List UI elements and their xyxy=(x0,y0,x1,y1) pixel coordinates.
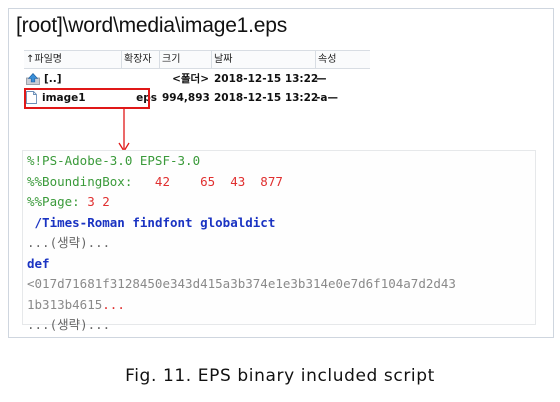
header-size[interactable]: 크기 xyxy=(160,51,212,68)
code-line-1: %!PS-Adobe-3.0 EPSF-3.0 xyxy=(27,151,535,172)
code-hex: 1b313b4615 xyxy=(27,296,103,312)
code-key: %%Page: xyxy=(27,194,80,209)
row-name: [..] xyxy=(44,72,62,85)
header-name[interactable]: ↑파일명 xyxy=(24,51,122,68)
down-arrow-icon xyxy=(118,109,130,153)
list-header: ↑파일명 확장자 크기 날짜 속성 xyxy=(24,50,370,69)
code-line-9: ...(생략)... xyxy=(27,315,535,336)
up-folder-icon xyxy=(26,72,40,85)
header-attr[interactable]: 속성 xyxy=(316,51,370,68)
row-size: 994,893 xyxy=(162,91,210,104)
code-keyword: def xyxy=(27,255,50,271)
code-values: 42 65 43 877 xyxy=(132,173,283,189)
name-cell: [..] xyxy=(24,73,122,85)
code-view: %!PS-Adobe-3.0 EPSF-3.0 %%BoundingBox: 4… xyxy=(22,150,536,332)
code-keyword: findfont globaldict xyxy=(124,214,276,230)
code-omitted: ...(생략)... xyxy=(27,317,111,332)
code-keyword: /Times-Roman xyxy=(27,214,125,230)
row-date: 2018-12-15 13:22 xyxy=(214,72,319,85)
code-header: %!PS-Adobe-3.0 EPSF-3.0 xyxy=(27,153,201,168)
code-line-7: <017d71681f3128450e343d415a3b374e1e3b314… xyxy=(27,274,535,295)
code-omitted: ...(생략)... xyxy=(27,235,111,250)
list-item-parent[interactable]: [..] <폴더> 2018-12-15 13:22 — xyxy=(24,69,370,88)
header-date[interactable]: 날짜 xyxy=(212,51,316,68)
highlight-box xyxy=(24,88,150,109)
code-hex: <017d71681f3128450e343d415a3b374e1e3b314… xyxy=(27,276,456,291)
header-ext[interactable]: 확장자 xyxy=(122,51,160,68)
path-title: [root]\word\media\image1.eps xyxy=(16,14,288,37)
row-attr: — xyxy=(316,72,327,85)
code-line-3: %%Page: 3 2 xyxy=(27,192,535,213)
row-date: 2018-12-15 13:22 xyxy=(214,91,319,104)
row-size: <폴더> xyxy=(172,73,209,85)
figure-caption: Fig. 11. EPS binary included script xyxy=(125,366,435,386)
code-line-6: def xyxy=(27,254,535,275)
code-key: %%BoundingBox: xyxy=(27,173,133,189)
code-values: 3 2 xyxy=(79,194,110,209)
row-attr: -a— xyxy=(316,91,338,104)
code-line-5: ...(생략)... xyxy=(27,233,535,254)
code-line-4: /Times-Roman findfont globaldict xyxy=(27,213,535,234)
code-line-2: %%BoundingBox: 42 65 43 877 xyxy=(27,172,535,193)
code-line-8: 1b313b4615... xyxy=(27,295,535,316)
code-ellipsis: ... xyxy=(102,296,125,312)
